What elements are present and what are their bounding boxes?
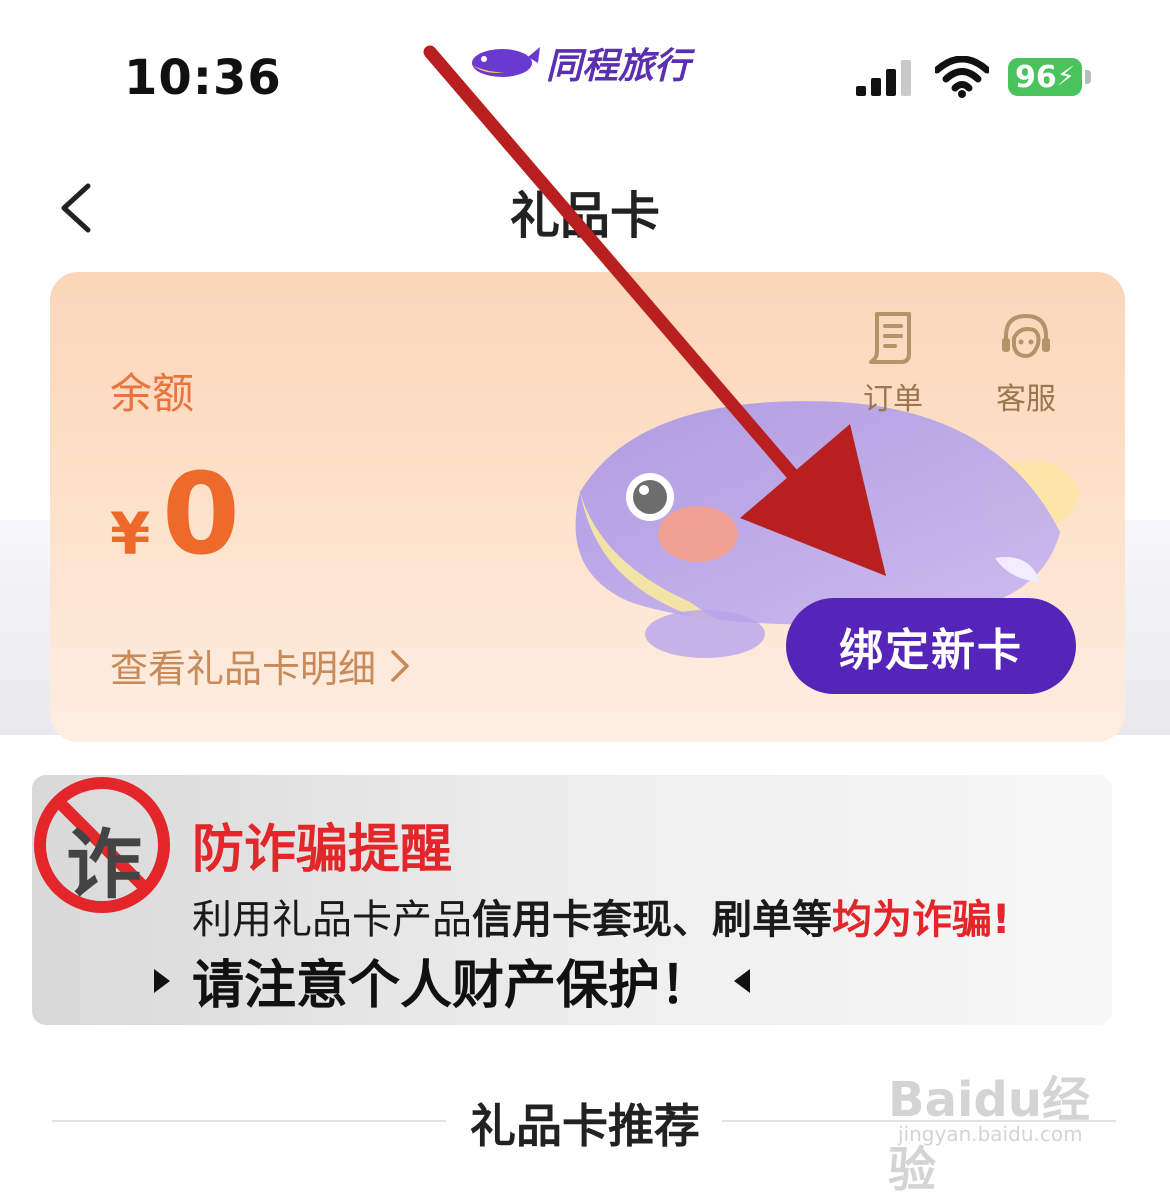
triangle-left-icon bbox=[734, 968, 751, 993]
orders-label: 订单 bbox=[863, 382, 923, 417]
triangle-right-icon bbox=[154, 968, 170, 993]
anti-fraud-banner[interactable]: 诈 防诈骗提醒 利用礼品卡产品信用卡套现、刷单等均为诈骗! 请注意个人财产保护！ bbox=[32, 775, 1112, 1025]
headset-icon bbox=[1002, 313, 1050, 359]
status-time: 10:36 bbox=[124, 50, 282, 106]
customer-service-button[interactable]: 客服 bbox=[981, 308, 1071, 418]
brand-logo: 同程旅行 bbox=[468, 38, 690, 88]
property-protection-notice: 请注意个人财产保护！ bbox=[154, 943, 751, 1018]
wifi-icon bbox=[935, 56, 989, 98]
receipt-icon bbox=[869, 312, 911, 364]
fraud-title: 防诈骗提醒 bbox=[192, 820, 453, 880]
brand-name: 同程旅行 bbox=[546, 46, 691, 87]
fraud-warning-red: 均为诈骗! bbox=[832, 897, 1011, 943]
battery-tip bbox=[1085, 70, 1091, 84]
fraud-warning-normal: 利用礼品卡产品 bbox=[192, 897, 472, 943]
view-card-details-label: 查看礼品卡明细 bbox=[110, 647, 377, 691]
currency-symbol: ¥ bbox=[110, 500, 151, 568]
orders-button[interactable]: 订单 bbox=[848, 308, 938, 418]
fraud-warning-bold: 信用卡套现、刷单等 bbox=[472, 897, 832, 943]
gift-card-balance-panel: 余额 ¥ 0 查看礼品卡明细 订单 客服 绑定新卡 bbox=[50, 272, 1125, 742]
battery-level: 96 bbox=[1014, 59, 1057, 95]
watermark-sub: jingyan.baidu.com bbox=[898, 1122, 1083, 1146]
balance-amount: 0 bbox=[162, 450, 240, 580]
page-title: 礼品卡 bbox=[510, 187, 660, 245]
fraud-badge-character: 诈 bbox=[66, 820, 142, 909]
bind-new-card-button[interactable]: 绑定新卡 bbox=[786, 598, 1076, 694]
property-protection-text: 请注意个人财产保护！ bbox=[192, 956, 713, 1016]
status-bar: 10:36 同程旅行 96 ⚡ bbox=[0, 0, 1170, 120]
cellular-signal-icon bbox=[856, 60, 911, 96]
chevron-right-icon bbox=[391, 649, 409, 682]
view-card-details-link[interactable]: 查看礼品卡明细 bbox=[110, 638, 410, 693]
charging-bolt-icon: ⚡ bbox=[1056, 62, 1075, 92]
balance-label: 余额 bbox=[110, 369, 195, 418]
whale-logo-icon bbox=[472, 47, 540, 77]
fraud-warning-line: 利用礼品卡产品信用卡套现、刷单等均为诈骗! bbox=[192, 887, 1010, 945]
battery-indicator: 96 ⚡ bbox=[1008, 58, 1082, 96]
baidu-jingyan-watermark: Baidu经验 jingyan.baidu.com bbox=[888, 1060, 1118, 1198]
customer-service-label: 客服 bbox=[996, 382, 1056, 417]
